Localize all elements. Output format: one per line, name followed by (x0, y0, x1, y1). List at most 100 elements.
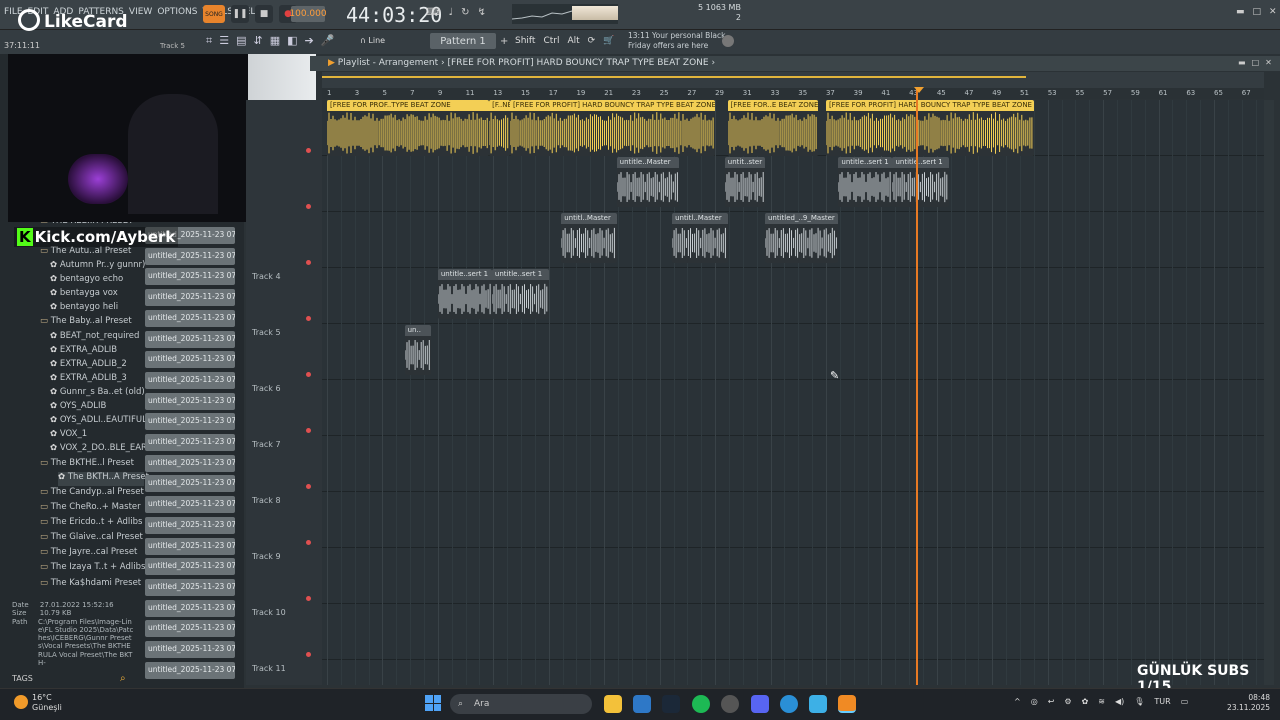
playlist-scrollbar[interactable] (322, 72, 1264, 88)
wait-icon[interactable]: ↻ (461, 7, 469, 18)
vertical-scrollbar[interactable] (1264, 100, 1274, 685)
refresh-icon[interactable]: ⟳ (588, 36, 596, 46)
track-name[interactable]: Track 6 (252, 384, 281, 393)
browser-folder[interactable]: ▭ The Ka$hdami Preset (40, 578, 141, 592)
vocal-audio-clip[interactable]: un.. (404, 325, 431, 375)
file-item[interactable]: untitled_2025-11-23 07-.. (145, 558, 235, 576)
track-name[interactable]: Track 11 (252, 664, 286, 673)
menu-item-options[interactable]: OPTIONS (157, 7, 197, 17)
arrangement-grid[interactable]: [FREE FOR PROF..TYPE BEAT ZONE [F..NE [FRE… (322, 100, 1264, 685)
track-name[interactable]: Track 8 (252, 496, 281, 505)
wifi-icon[interactable]: ≋ (1098, 697, 1105, 706)
vocal-audio-clip[interactable]: untitled_..9_Master (764, 213, 839, 263)
track-name[interactable]: Track 4 (252, 272, 281, 281)
mic-tray-icon[interactable]: 🎙 (1134, 697, 1144, 706)
browser-folder[interactable]: ▭ The Izaya T..t + Adlibs (40, 562, 145, 576)
news-hint[interactable]: 13:11 Your personal Black Friday offers … (628, 31, 728, 51)
browser-folder[interactable]: ▭ The Baby..al Preset (40, 316, 132, 330)
browser-preset[interactable]: ✿ Autumn Pr..y gunnr) (50, 260, 145, 274)
file-item[interactable]: untitled_2025-11-23 07-.. (145, 247, 235, 265)
cart-icon[interactable]: 🛒 (603, 36, 614, 46)
weather-widget[interactable]: 16°C Güneşli (32, 693, 62, 713)
metronome-icon[interactable]: ♩ (448, 7, 453, 18)
taskbar-search[interactable]: ⌕ Ara (450, 694, 592, 714)
menu-item-view[interactable]: VIEW (129, 7, 152, 17)
browser-folder[interactable]: ▭ The Autu..al Preset (40, 246, 131, 260)
tray-steam-icon[interactable]: ⚙ (1064, 697, 1071, 706)
spotify-icon[interactable] (692, 695, 710, 713)
browser-preset[interactable]: ✿ OYS_ADLI..EAUTIFUL (50, 415, 147, 429)
piano-roll-icon[interactable]: ▤ (236, 34, 246, 48)
file-item[interactable]: untitled_2025-11-23 07-.. (145, 268, 235, 286)
beat-audio-clip[interactable]: [F..NE (489, 100, 510, 156)
browser-folder[interactable]: ▭ The CheRo..+ Master (40, 502, 141, 516)
browser-folder[interactable]: ▭ The Jayre..cal Preset (40, 547, 137, 561)
browser-preset[interactable]: ✿ EXTRA_ADLIB_2 (50, 359, 127, 373)
playhead-marker-icon[interactable] (914, 87, 924, 93)
windows-start-icon[interactable] (425, 695, 441, 711)
browser-preset[interactable]: ✿ OYS_ADLIB (50, 401, 106, 415)
track-name[interactable]: Track 10 (252, 608, 286, 617)
edge-icon[interactable] (780, 695, 798, 713)
tray-chevron-icon[interactable]: ^ (1014, 697, 1021, 706)
browser-preset[interactable]: ✿ bentayga vox (50, 288, 118, 302)
shift-key[interactable]: Shift (515, 36, 535, 46)
timeline-ruler[interactable]: 1 3 5 7 9 11 13 15 17 19 21 23 25 27 29 31 33 35 37 39 41 43 4… (322, 88, 1264, 99)
track-mute-led[interactable] (306, 484, 311, 489)
beat-audio-clip[interactable]: [FREE FOR PROFIT] HARD BOUNCY TRAP TYPE … (509, 100, 716, 156)
file-item[interactable]: untitled_2025-11-23 07-.. (145, 620, 235, 638)
play-button[interactable]: ❚❚ (231, 5, 249, 23)
vocal-audio-clip[interactable]: untitle..sert 1 (838, 157, 893, 207)
pattern-selector[interactable]: Pattern 1 (430, 33, 496, 49)
add-pattern-icon[interactable]: + (500, 36, 508, 47)
browser-preset[interactable]: ✿ VOX_1 (50, 429, 87, 443)
track-mute-led[interactable] (306, 372, 311, 377)
store-icon[interactable] (633, 695, 651, 713)
file-item[interactable]: untitled_2025-11-23 07-.. (145, 516, 235, 534)
playlist-minimize-icon[interactable]: ▬ (1238, 58, 1246, 67)
snap-selector[interactable]: ∩ Line (360, 36, 385, 45)
file-item[interactable]: untitled_2025-11-23 07-.. (145, 413, 235, 431)
file-item[interactable]: untitled_2025-11-23 07-.. (145, 309, 235, 327)
tempo-display[interactable]: 100.000 (289, 6, 327, 22)
vocal-audio-clip[interactable]: untitl..Master (561, 213, 617, 263)
browser-folder[interactable]: ▭ The BKTHE..l Preset (40, 458, 134, 472)
notepad-icon[interactable] (809, 695, 827, 713)
channel-rack-icon[interactable]: ▦ (270, 34, 280, 48)
track-mute-led[interactable] (306, 428, 311, 433)
track-mute-led[interactable] (306, 260, 311, 265)
beat-audio-clip[interactable]: [FREE FOR PROFIT] HARD BOUNCY TRAP TYPE … (825, 100, 1034, 156)
taskbar-clock[interactable]: 08:48 23.11.2025 (1224, 693, 1270, 713)
browser-folder[interactable]: ▭ The Glaive..cal Preset (40, 532, 143, 546)
track-name[interactable]: Track 5 (252, 328, 281, 337)
file-item[interactable]: untitled_2025-11-23 07-.. (145, 578, 235, 596)
playhead[interactable] (916, 88, 919, 685)
file-item[interactable]: untitled_2025-11-23 07-.. (145, 496, 235, 514)
file-item[interactable]: untitled_2025-11-23 07-.. (145, 392, 235, 410)
track-mute-led[interactable] (306, 540, 311, 545)
track-mute-led[interactable] (306, 316, 311, 321)
close-icon[interactable]: ✕ (1269, 7, 1277, 17)
search-icon[interactable]: ⌕ (120, 673, 126, 684)
loop-icon[interactable]: ↯ (478, 7, 486, 18)
tray-settings-icon[interactable]: ✿ (1082, 697, 1089, 706)
file-item[interactable]: untitled_2025-11-23 07-.. (145, 454, 235, 472)
file-item[interactable]: untitled_2025-11-23 07-.. (145, 289, 235, 307)
browser-preset[interactable]: ✿ bentagyo echo (50, 274, 123, 288)
tray-back-icon[interactable]: ↩ (1048, 697, 1055, 706)
language-label[interactable]: TUR (1154, 697, 1170, 706)
file-item[interactable]: untitled_2025-11-23 07-.. (145, 351, 235, 369)
volume-icon[interactable]: ◀) (1115, 697, 1124, 706)
file-item[interactable]: untitled_2025-11-23 07-.. (145, 330, 235, 348)
help-icon[interactable] (722, 35, 734, 47)
alt-key[interactable]: Alt (567, 36, 579, 46)
ctrl-key[interactable]: Ctrl (543, 36, 559, 46)
browser-preset[interactable]: ✿ Gunnr_s Ba..et (old) (50, 387, 145, 401)
vocal-audio-clip[interactable]: untitle..Master (616, 157, 680, 207)
vocal-audio-clip[interactable]: untitle..sert 1 (491, 269, 549, 319)
browser-preset[interactable]: ✿ EXTRA_ADLIB (50, 345, 117, 359)
github-icon[interactable] (721, 695, 739, 713)
vocal-audio-clip[interactable]: untitle..sert 1 (437, 269, 492, 319)
tray-app-icon[interactable]: ◎ (1031, 697, 1038, 706)
file-item[interactable]: untitled_2025-11-23 07-.. (145, 641, 235, 658)
